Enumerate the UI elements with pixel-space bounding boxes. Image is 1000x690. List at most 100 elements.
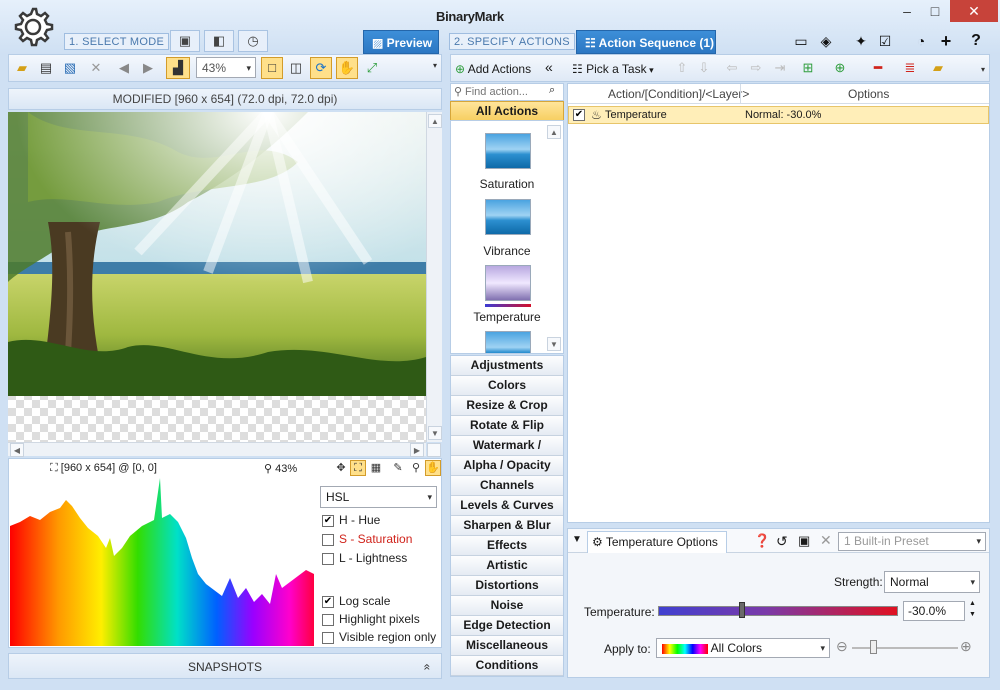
center-view-icon[interactable]: ✥	[333, 460, 349, 476]
clear-all-icon[interactable]: ≣	[900, 58, 920, 78]
category-effects[interactable]: Effects	[451, 536, 563, 556]
temperature-decrement-icon[interactable]: ▼	[969, 611, 976, 618]
histogram-icon[interactable]: ▟	[166, 57, 190, 79]
remove-icon[interactable]: ━	[868, 58, 888, 78]
refresh-icon[interactable]: ⟳	[310, 57, 332, 79]
single-view-icon[interactable]: □	[261, 57, 283, 79]
maximize-button[interactable]: □	[920, 0, 950, 22]
gallery-scroll-down-icon[interactable]: ▼	[547, 337, 561, 351]
category-adjustments[interactable]: Adjustments	[451, 356, 563, 376]
eyedropper-icon[interactable]: ✎	[390, 460, 406, 476]
category-alpha-opacity[interactable]: Alpha / Opacity	[451, 456, 563, 476]
broadcast-icon[interactable]: ◔	[910, 31, 932, 51]
temperature-slider-track[interactable]	[658, 606, 898, 616]
channels-checkbox-2[interactable]	[322, 553, 334, 565]
fit-icon[interactable]: ⤢	[362, 58, 382, 78]
category-distortions[interactable]: Distortions	[451, 576, 563, 596]
histogram-mode-select[interactable]: HSL ▾	[320, 486, 437, 508]
image-canvas[interactable]	[8, 112, 426, 442]
move-next-icon[interactable]: ⇥	[770, 58, 790, 78]
zoom-select[interactable]: 43% ▾	[196, 57, 256, 78]
category-colors[interactable]: Colors	[451, 376, 563, 396]
next-action-thumbnail[interactable]	[485, 331, 531, 353]
delete-preset-icon[interactable]: ✕	[820, 532, 832, 549]
options-collapse-icon[interactable]: ▼	[572, 534, 582, 545]
temperature-action-label[interactable]: Temperature	[451, 310, 563, 324]
category-edge-detection[interactable]: Edge Detection	[451, 616, 563, 636]
add-layer-icon[interactable]: ⊕	[830, 58, 850, 78]
select-mode-label[interactable]: 1. SELECT MODE	[64, 33, 170, 50]
search-options-icon[interactable]: ⌕	[549, 84, 555, 97]
strength-select[interactable]: Normal ▾	[884, 571, 980, 593]
preview-zoom-slider-track[interactable]	[852, 647, 958, 649]
category-watermark-overlay[interactable]: Watermark / Overlay	[451, 436, 563, 471]
console-icon[interactable]: ▭	[790, 31, 812, 51]
split-view-icon[interactable]: ◫	[286, 58, 306, 78]
options-label-1[interactable]: Highlight pixels	[339, 612, 420, 626]
fit-view-icon[interactable]: ⛶	[350, 460, 366, 476]
expand-snapshots-icon[interactable]: «	[415, 664, 441, 671]
options-label-2[interactable]: Visible region only	[339, 630, 436, 644]
category-conditions[interactable]: Conditions	[451, 656, 563, 676]
close-button[interactable]: ✕	[950, 0, 998, 22]
add-menu-icon[interactable]: +	[935, 31, 957, 51]
vibrance-thumbnail[interactable]	[485, 199, 531, 235]
specify-actions-label[interactable]: 2. SPECIFY ACTIONS	[449, 33, 575, 50]
category-rotate-flip[interactable]: Rotate & Flip	[451, 416, 563, 436]
temperature-value-input[interactable]: -30.0%	[903, 601, 965, 621]
preview-zoom-slider-thumb[interactable]	[870, 640, 878, 654]
saturation-thumbnail[interactable]	[485, 133, 531, 169]
reset-options-icon[interactable]: ↺	[776, 533, 788, 550]
checklist-icon[interactable]: ☑	[874, 31, 896, 51]
move-up-icon[interactable]: ⇧	[672, 58, 692, 78]
hand-tool-icon[interactable]: ✋	[425, 460, 441, 476]
category-channels[interactable]: Channels	[451, 476, 563, 496]
batch-mode-icon[interactable]: ▣	[170, 30, 200, 52]
move-left-icon[interactable]: ⇦	[722, 58, 742, 78]
category-levels-curves[interactable]: Levels & Curves	[451, 496, 563, 516]
actions-overflow-icon[interactable]: ▾	[978, 60, 988, 80]
toolbar-overflow-icon[interactable]: ▾	[430, 56, 440, 76]
channels-checkbox-0[interactable]: ✔	[322, 515, 334, 527]
category-miscellaneous[interactable]: Miscellaneous	[451, 636, 563, 656]
scroll-up-arrow-icon[interactable]: ▲	[428, 114, 442, 128]
minimize-button[interactable]: –	[892, 0, 922, 22]
row-checkbox[interactable]: ✔	[573, 109, 585, 121]
save-preset-icon[interactable]: ▣	[798, 533, 810, 549]
tab-preview[interactable]: ▨ Preview	[363, 30, 439, 54]
scroll-left-arrow-icon[interactable]: ◀	[10, 443, 24, 457]
clipboard-icon[interactable]: ▤	[36, 58, 56, 78]
options-help-icon[interactable]: ❓	[754, 533, 770, 549]
schedule-mode-icon[interactable]: ◷	[238, 30, 268, 52]
scroll-down-arrow-icon[interactable]: ▼	[428, 426, 442, 440]
options-title-tab[interactable]: ⚙ Temperature Options	[587, 531, 727, 553]
preset-select[interactable]: 1 Built-in Preset ▾	[838, 532, 986, 551]
column-options[interactable]: Options	[848, 87, 889, 101]
action-search-box[interactable]: ⚲ ⌕	[450, 83, 564, 101]
channels-checkbox-1[interactable]	[322, 534, 334, 546]
saturation-action-label[interactable]: Saturation	[451, 177, 563, 191]
open-folder-icon[interactable]: ▰	[12, 58, 32, 78]
tools-icon[interactable]: ✕	[86, 58, 106, 78]
magnifier-icon[interactable]: ⚲	[408, 460, 424, 476]
lightbulb-icon[interactable]: ✦	[850, 31, 872, 51]
category-artistic[interactable]: Artistic	[451, 556, 563, 576]
temperature-slider-thumb[interactable]	[739, 602, 745, 618]
category-resize-crop[interactable]: Resize & Crop	[451, 396, 563, 416]
collapse-actions-icon[interactable]: «	[545, 59, 553, 75]
pick-task-button[interactable]: ☷ Pick a Task ▾	[572, 60, 654, 78]
pan-hand-icon[interactable]: ✋	[336, 57, 358, 79]
folder-mode-icon[interactable]: ◧	[204, 30, 234, 52]
help-menu-icon[interactable]: ?	[965, 31, 987, 51]
move-down-icon[interactable]: ⇩	[694, 58, 714, 78]
category-noise[interactable]: Noise	[451, 596, 563, 616]
image-icon[interactable]: ▧	[60, 58, 80, 78]
options-checkbox-0[interactable]: ✔	[322, 596, 334, 608]
snapshots-bar[interactable]: SNAPSHOTS «	[8, 653, 442, 679]
shield-icon[interactable]: ◈	[815, 31, 837, 51]
vibrance-action-label[interactable]: Vibrance	[451, 244, 563, 258]
apply-to-select[interactable]: All Colors ▾	[656, 638, 830, 658]
options-checkbox-2[interactable]	[322, 632, 334, 644]
channels-label-1[interactable]: S - Saturation	[339, 532, 412, 546]
back-icon[interactable]: ◀	[114, 58, 134, 78]
